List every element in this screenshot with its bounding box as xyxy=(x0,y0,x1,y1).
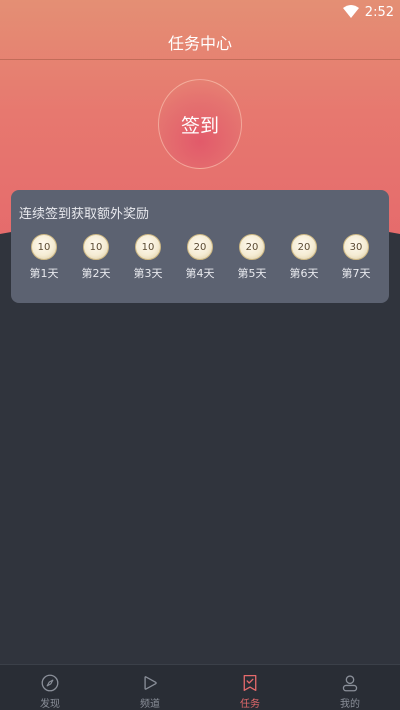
coin-icon: 10 xyxy=(135,234,161,260)
nav-item-task[interactable]: 任务 xyxy=(200,665,300,710)
nav-label: 发现 xyxy=(40,699,60,710)
nav-item-channel[interactable]: 频道 xyxy=(100,665,200,710)
streak-day-2: 10 第2天 xyxy=(76,234,116,281)
coin-value: 30 xyxy=(349,241,363,253)
streak-reward-card: 连续签到获取额外奖励 10 第1天 10 第2天 10 第3天 20 第4天 2… xyxy=(11,190,389,303)
status-bar: 2:52 xyxy=(0,0,400,24)
coin-icon: 20 xyxy=(187,234,213,260)
day-label: 第5天 xyxy=(237,267,267,280)
streak-day-6: 20 第6天 xyxy=(284,234,324,281)
status-time: 2:52 xyxy=(364,4,394,20)
day-label: 第7天 xyxy=(341,267,371,280)
coin-icon: 20 xyxy=(239,234,265,260)
streak-day-7: 30 第7天 xyxy=(336,234,376,281)
streak-day-5: 20 第5天 xyxy=(232,234,272,281)
play-icon xyxy=(144,676,157,690)
nav-label: 频道 xyxy=(140,699,160,710)
nav-item-discover[interactable]: 发现 xyxy=(0,665,100,710)
day-label: 第3天 xyxy=(133,267,163,280)
card-title: 连续签到获取额外奖励 xyxy=(19,207,150,222)
coin-value: 20 xyxy=(297,241,311,253)
streak-day-3: 10 第3天 xyxy=(128,234,168,281)
day-label: 第1天 xyxy=(29,267,59,280)
day-label: 第4天 xyxy=(185,267,215,280)
coin-value: 10 xyxy=(37,241,51,253)
nav-label: 任务 xyxy=(240,699,260,710)
coin-value: 10 xyxy=(89,241,103,253)
coin-value: 10 xyxy=(141,241,155,253)
streak-day-1: 10 第1天 xyxy=(24,234,64,281)
wifi-icon xyxy=(342,5,359,18)
coin-value: 20 xyxy=(245,241,259,253)
page-title: 任务中心 xyxy=(167,33,232,53)
bottom-nav: 发现 频道 任务 我的 xyxy=(0,664,400,710)
streak-day-4: 20 第4天 xyxy=(180,234,220,281)
page-header: 任务中心 xyxy=(0,24,400,60)
coin-icon: 30 xyxy=(343,234,369,260)
nav-item-mine[interactable]: 我的 xyxy=(300,665,400,710)
coin-value: 20 xyxy=(193,241,207,253)
checkin-button-label: 签到 xyxy=(180,114,219,137)
day-label: 第6天 xyxy=(289,267,319,280)
task-check-icon xyxy=(243,674,257,692)
nav-label: 我的 xyxy=(340,699,360,710)
compass-icon xyxy=(41,674,59,692)
profile-icon xyxy=(342,675,358,692)
day-label: 第2天 xyxy=(81,267,111,280)
coin-icon: 20 xyxy=(291,234,317,260)
coin-icon: 10 xyxy=(83,234,109,260)
checkin-button[interactable]: 签到 xyxy=(158,79,242,169)
coin-icon: 10 xyxy=(31,234,57,260)
